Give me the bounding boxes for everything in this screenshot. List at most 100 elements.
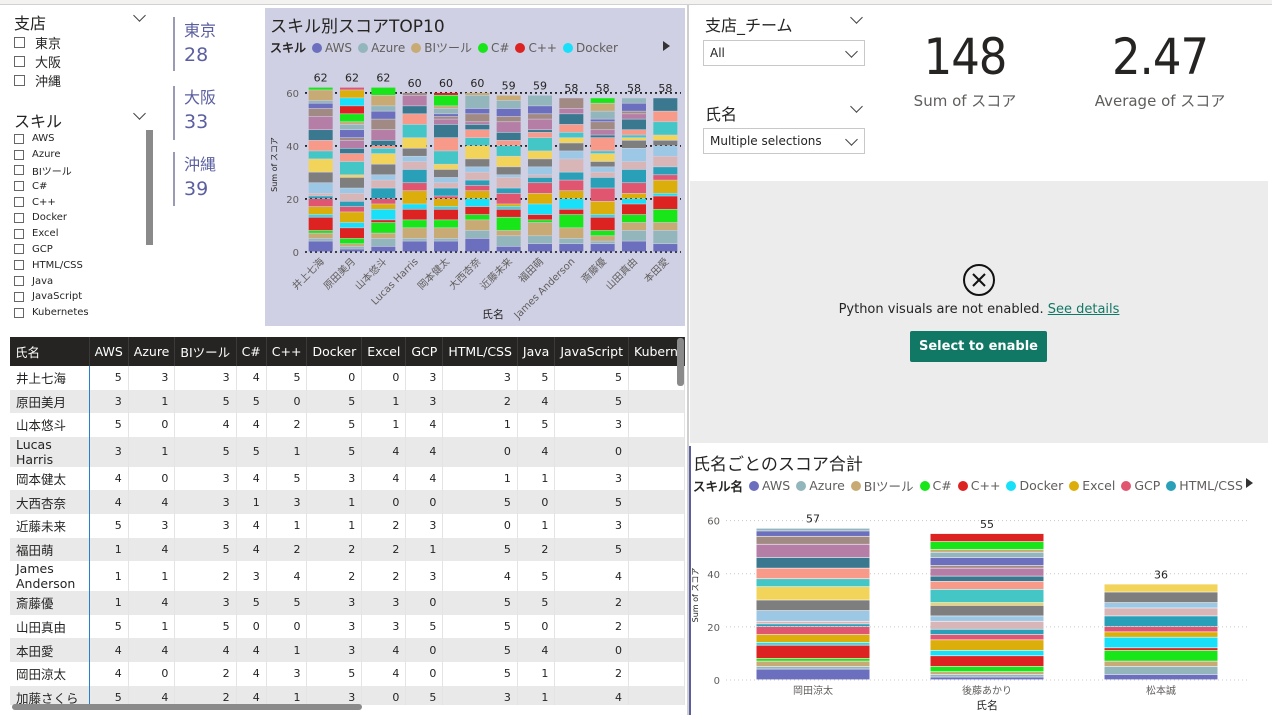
checkbox-icon[interactable] [14, 260, 24, 271]
column-header[interactable]: GCP [405, 337, 444, 366]
bar-segment[interactable] [465, 145, 490, 159]
legend-item[interactable]: Docker [1006, 478, 1063, 493]
legend-item[interactable]: Azure [358, 41, 405, 55]
column-header[interactable]: HTML/CSS [442, 337, 518, 366]
bar-segment[interactable] [465, 206, 490, 215]
bar-segment[interactable] [465, 122, 490, 125]
bar-segment[interactable] [402, 148, 427, 156]
bar-segment[interactable] [590, 188, 615, 202]
bar-segment[interactable] [930, 589, 1044, 603]
bar-segment[interactable] [622, 198, 646, 204]
legend-item[interactable]: C# [478, 41, 509, 55]
bar-segment[interactable] [528, 167, 552, 175]
bar-segment[interactable] [930, 666, 1044, 672]
bar-segment[interactable] [590, 161, 615, 167]
bar-segment[interactable] [756, 645, 870, 659]
bar-segment[interactable] [590, 151, 615, 154]
bar-segment[interactable] [308, 206, 333, 215]
bar-segment[interactable] [559, 238, 584, 244]
bar-segment[interactable] [496, 177, 521, 188]
bar-segment[interactable] [340, 193, 364, 202]
checkbox-icon[interactable] [14, 56, 25, 67]
bar-segment[interactable] [559, 151, 584, 159]
bar-segment[interactable] [590, 177, 615, 188]
bar-segment[interactable] [371, 164, 396, 175]
bar-segment[interactable] [465, 191, 490, 199]
bar-segment[interactable] [756, 587, 870, 600]
bar-segment[interactable] [434, 119, 458, 125]
slicer-scrollbar[interactable] [146, 130, 153, 245]
bar-segment[interactable] [371, 198, 396, 204]
bar-segment[interactable] [496, 156, 521, 167]
skill-option[interactable]: JavaScript [14, 289, 144, 305]
bar-segment[interactable] [371, 209, 396, 220]
bar-segment[interactable] [402, 183, 427, 191]
bar-segment[interactable] [756, 544, 870, 558]
bar-segment[interactable] [756, 634, 870, 643]
bar-segment[interactable] [465, 238, 490, 252]
bar-segment[interactable] [559, 209, 584, 215]
bar-segment[interactable] [371, 148, 396, 154]
column-header[interactable]: AWS [89, 337, 129, 366]
bar-segment[interactable] [308, 159, 333, 172]
bar-segment[interactable] [402, 220, 427, 228]
see-details-link[interactable]: See details [1048, 302, 1120, 317]
checkbox-icon[interactable] [14, 197, 24, 208]
bar-segment[interactable] [622, 230, 646, 241]
bar-segment[interactable] [340, 106, 364, 114]
bar-segment[interactable] [402, 114, 427, 125]
table-row[interactable]: Lucas Harris 3 1 5 5 1 5 4 4 0 4 0 [10, 436, 685, 467]
skill-option[interactable]: Java [14, 273, 144, 289]
bar-segment[interactable] [930, 581, 1044, 590]
bar-segment[interactable] [496, 175, 521, 178]
column-header[interactable]: Excel [361, 337, 407, 366]
bar-segment[interactable] [756, 610, 870, 621]
bar-segment[interactable] [559, 132, 584, 138]
bar-segment[interactable] [622, 183, 646, 194]
bar-segment[interactable] [653, 193, 678, 196]
bar-segment[interactable] [756, 528, 870, 531]
bar-segment[interactable] [496, 217, 521, 231]
column-header[interactable]: C# [236, 337, 267, 366]
bar-segment[interactable] [371, 220, 396, 223]
bar-segment[interactable] [371, 222, 396, 233]
bar-segment[interactable] [465, 230, 490, 239]
bar-segment[interactable] [465, 172, 490, 180]
bar-segment[interactable] [340, 177, 364, 188]
bar-segment[interactable] [371, 87, 396, 95]
bar-segment[interactable] [590, 119, 615, 122]
bar-segment[interactable] [402, 124, 427, 138]
bar-segment[interactable] [402, 95, 427, 106]
bar-segment[interactable] [930, 674, 1044, 677]
bar-segment[interactable] [308, 116, 333, 130]
bar-segment[interactable] [1104, 661, 1218, 667]
bar-segment[interactable] [434, 188, 458, 196]
bar-segment[interactable] [340, 244, 364, 247]
bar-segment[interactable] [1104, 592, 1218, 603]
bar-segment[interactable] [653, 156, 678, 167]
bar-segment[interactable] [402, 156, 427, 162]
bar-segment[interactable] [340, 246, 364, 249]
bar-segment[interactable] [1104, 666, 1218, 675]
checkbox-icon[interactable] [14, 181, 24, 192]
bar-segment[interactable] [590, 214, 615, 217]
bar-segment[interactable] [496, 108, 521, 117]
bar-segment[interactable] [528, 204, 552, 215]
table-row[interactable]: 大西杏奈 4 4 3 1 3 1 0 0 5 0 5 [10, 490, 685, 514]
bar-segment[interactable] [434, 206, 458, 209]
bar-segment[interactable] [340, 140, 364, 148]
checkbox-icon[interactable] [14, 276, 24, 287]
bar-segment[interactable] [340, 222, 364, 228]
bar-segment[interactable] [528, 236, 552, 244]
bar-segment[interactable] [559, 159, 584, 172]
legend-item[interactable]: BIツール [850, 476, 914, 495]
bar-segment[interactable] [340, 87, 364, 90]
bar-segment[interactable] [340, 153, 364, 162]
bar-segment[interactable] [930, 565, 1044, 568]
bar-segment[interactable] [559, 244, 584, 252]
bar-segment[interactable] [653, 111, 678, 122]
table-row[interactable]: 斎藤優 1 4 3 5 5 3 3 0 5 5 2 [10, 591, 685, 615]
skill-option[interactable]: Excel [14, 226, 144, 242]
bar-segment[interactable] [590, 130, 615, 135]
bar-segment[interactable] [590, 201, 615, 215]
